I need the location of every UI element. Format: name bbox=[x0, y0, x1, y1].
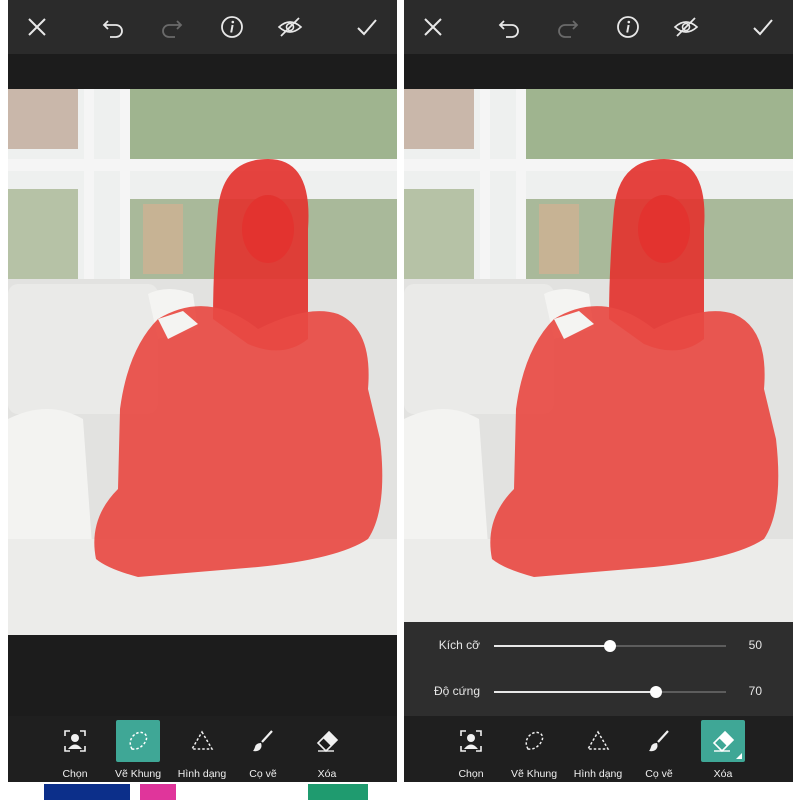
tool-xoa[interactable]: Xóa bbox=[686, 720, 760, 780]
tool-label: Cọ vẽ bbox=[249, 768, 277, 780]
undo-icon[interactable] bbox=[494, 12, 524, 42]
visibility-off-icon[interactable] bbox=[671, 12, 701, 42]
tool-label: Xóa bbox=[317, 768, 337, 780]
thumbnail-chip bbox=[140, 784, 176, 800]
slider-hardness-track[interactable] bbox=[494, 686, 726, 698]
slider-hardness-label: Độ cứng bbox=[433, 684, 480, 698]
slider-size-value: 50 bbox=[748, 638, 762, 652]
slider-size-track[interactable] bbox=[494, 640, 726, 652]
redo-icon[interactable] bbox=[553, 12, 583, 42]
tool-ve-khung[interactable]: Vẽ Khung bbox=[497, 720, 571, 780]
slider-hardness: Độ cứng 70 bbox=[404, 677, 793, 707]
thumbnail-chip bbox=[44, 784, 130, 800]
brush-icon bbox=[241, 720, 285, 762]
photo-canvas[interactable] bbox=[8, 89, 397, 635]
slider-size-label: Kích cỡ bbox=[438, 638, 480, 652]
eraser-icon bbox=[701, 720, 745, 762]
close-icon[interactable] bbox=[418, 12, 448, 42]
checkmark-icon[interactable] bbox=[748, 12, 778, 42]
slider-size: Kích cỡ 50 bbox=[404, 631, 793, 661]
tool-bar: Chọn Vẽ Khung Hình dạng Cọ vẽ Xóa bbox=[8, 716, 397, 782]
close-icon[interactable] bbox=[22, 12, 52, 42]
bottom-strip bbox=[8, 782, 397, 800]
tool-co-ve[interactable]: Cọ vẽ bbox=[622, 720, 696, 780]
options-corner-icon bbox=[736, 753, 742, 759]
bottom-strip bbox=[404, 782, 793, 800]
tool-xoa[interactable]: Xóa bbox=[290, 720, 364, 780]
tool-ve-khung[interactable]: Vẽ Khung bbox=[101, 720, 175, 780]
info-icon[interactable] bbox=[613, 12, 643, 42]
editor-panel-left: Chọn Vẽ Khung Hình dạng Cọ vẽ Xóa bbox=[8, 0, 397, 800]
slider-size-fill bbox=[494, 645, 610, 647]
undo-icon[interactable] bbox=[98, 12, 128, 42]
masked-photo bbox=[404, 89, 793, 635]
redo-icon[interactable] bbox=[157, 12, 187, 42]
masked-photo bbox=[8, 89, 397, 635]
top-bar bbox=[404, 0, 793, 54]
lasso-icon bbox=[512, 720, 556, 762]
visibility-off-icon[interactable] bbox=[275, 12, 305, 42]
triangle-shape-icon bbox=[180, 720, 224, 762]
top-bar bbox=[8, 0, 397, 54]
tool-label: Xóa bbox=[713, 768, 733, 780]
lasso-icon bbox=[116, 720, 160, 762]
tool-co-ve[interactable]: Cọ vẽ bbox=[226, 720, 300, 780]
person-select-icon bbox=[53, 720, 97, 762]
triangle-shape-icon bbox=[576, 720, 620, 762]
tool-label: Cọ vẽ bbox=[645, 768, 673, 780]
tool-label: Vẽ Khung bbox=[114, 768, 162, 780]
person-select-icon bbox=[449, 720, 493, 762]
tool-label: Vẽ Khung bbox=[510, 768, 558, 780]
editor-panel-right: Kích cỡ 50 Độ cứng 70 Chọn Vẽ Khung Hình… bbox=[404, 0, 793, 800]
slider-hardness-value: 70 bbox=[748, 684, 762, 698]
thumbnail-chip bbox=[308, 784, 368, 800]
slider-hardness-knob[interactable] bbox=[650, 686, 663, 698]
checkmark-icon[interactable] bbox=[352, 12, 382, 42]
tool-bar: Chọn Vẽ Khung Hình dạng Cọ vẽ Xóa bbox=[404, 716, 793, 782]
brush-icon bbox=[637, 720, 681, 762]
slider-hardness-fill bbox=[494, 691, 657, 693]
slider-size-knob[interactable] bbox=[604, 640, 616, 652]
photo-canvas[interactable] bbox=[404, 89, 793, 635]
eraser-icon bbox=[305, 720, 349, 762]
info-icon[interactable] bbox=[217, 12, 247, 42]
brush-settings-panel: Kích cỡ 50 Độ cứng 70 bbox=[404, 622, 793, 716]
